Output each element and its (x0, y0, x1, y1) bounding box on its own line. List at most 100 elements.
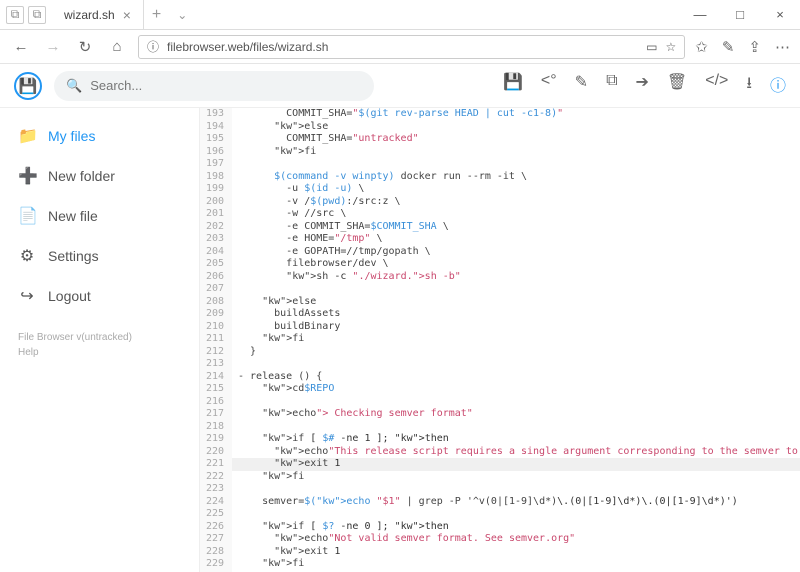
code-line[interactable]: 195 COMMIT_SHA="untracked" (200, 133, 800, 146)
favorites-icon[interactable]: ✩ (695, 38, 708, 56)
move-icon[interactable]: ➔ (636, 72, 649, 99)
forward-button[interactable]: → (42, 38, 64, 55)
sidebar-icon: 📁 (18, 126, 36, 146)
sidebar-icon: 📄 (18, 206, 36, 226)
line-number: 228 (200, 546, 232, 559)
app-logo[interactable]: 💾 (14, 72, 42, 100)
line-content: filebrowser/dev \ (232, 258, 389, 271)
code-line[interactable]: 197 (200, 158, 800, 171)
code-line[interactable]: 206 "kw">sh -c "./wizard.">sh -b" (200, 271, 800, 284)
tab-prev-icon[interactable]: ⧉ (6, 6, 24, 24)
code-line[interactable]: 194 "kw">else (200, 121, 800, 134)
code-icon[interactable]: </> (705, 72, 728, 99)
line-number: 212 (200, 346, 232, 359)
code-line[interactable]: 200 -v /$(pwd):/src:z \ (200, 196, 800, 209)
code-line[interactable]: 198 $(command -v winpty) docker run --rm… (200, 171, 800, 184)
code-line[interactable]: 208 "kw">else (200, 296, 800, 309)
back-button[interactable]: ← (10, 38, 32, 55)
code-line[interactable]: 222 "kw">fi (200, 471, 800, 484)
minimize-button[interactable]: — (680, 0, 720, 29)
tab-title: wizard.sh (64, 8, 115, 22)
code-line[interactable]: 216 (200, 396, 800, 409)
reader-icon[interactable]: ▭ (646, 40, 657, 54)
code-line[interactable]: 221 "kw">exit 1 (200, 458, 800, 471)
tab-chevron-icon[interactable]: ⌄ (169, 0, 195, 29)
line-content: -u $(id -u) \ (232, 183, 364, 196)
line-content: -e COMMIT_SHA=$COMMIT_SHA \ (232, 221, 449, 234)
more-icon[interactable]: ⋯ (775, 38, 790, 56)
code-line[interactable]: 219 "kw">if [ $# -ne 1 ]; "kw">then (200, 433, 800, 446)
download-icon[interactable]: ⭳ (746, 72, 752, 99)
code-line[interactable]: 214- release () { (200, 371, 800, 384)
line-number: 218 (200, 421, 232, 434)
line-content: buildAssets (232, 308, 340, 321)
info-icon[interactable]: ⓘ (770, 72, 786, 99)
line-number: 196 (200, 146, 232, 159)
line-number: 195 (200, 133, 232, 146)
notes-icon[interactable]: ✎ (722, 38, 735, 56)
code-line[interactable]: 215 "kw">cd $REPO (200, 383, 800, 396)
line-content: -v /$(pwd):/src:z \ (232, 196, 401, 209)
code-line[interactable]: 213 (200, 358, 800, 371)
code-line[interactable]: 218 (200, 421, 800, 434)
line-content: -w //src \ (232, 208, 346, 221)
code-line[interactable]: 201 -w //src \ (200, 208, 800, 221)
line-content (232, 396, 238, 409)
refresh-button[interactable]: ↻ (74, 38, 96, 56)
line-content: "kw">echo (232, 408, 316, 421)
code-editor[interactable]: 193 COMMIT_SHA="$(git rev-parse HEAD | c… (200, 108, 800, 572)
code-line[interactable]: 199 -u $(id -u) \ (200, 183, 800, 196)
sidebar-item-logout[interactable]: ↪Logout (0, 276, 199, 316)
maximize-button[interactable]: □ (720, 0, 760, 29)
sidebar-icon: ⚙ (18, 246, 36, 266)
close-window-button[interactable]: × (760, 0, 800, 29)
share-page-icon[interactable]: ⇪ (748, 38, 761, 56)
search-input[interactable]: 🔍 Search... (54, 71, 374, 101)
share-icon[interactable]: <° (541, 72, 557, 99)
edit-icon[interactable]: ✎ (575, 72, 588, 99)
new-tab-button[interactable]: + (144, 0, 169, 29)
code-line[interactable]: 224 semver=$("kw">echo "$1" | grep -P '^… (200, 496, 800, 509)
code-line[interactable]: 205 filebrowser/dev \ (200, 258, 800, 271)
site-info-icon[interactable]: ⓘ (147, 38, 159, 55)
help-link[interactable]: Help (18, 345, 181, 360)
code-line[interactable]: 211 "kw">fi (200, 333, 800, 346)
home-button[interactable]: ⌂ (106, 38, 128, 55)
code-line[interactable]: 217 "kw">echo "> Checking semver format" (200, 408, 800, 421)
browser-tab[interactable]: wizard.sh × (52, 0, 144, 29)
delete-icon[interactable]: 🗑 (667, 72, 687, 99)
line-content: COMMIT_SHA="untracked" (232, 133, 419, 146)
sidebar-item-new-file[interactable]: 📄New file (0, 196, 199, 236)
code-line[interactable]: 202 -e COMMIT_SHA=$COMMIT_SHA \ (200, 221, 800, 234)
code-line[interactable]: 225 (200, 508, 800, 521)
line-number: 227 (200, 533, 232, 546)
code-line[interactable]: 227 "kw">echo "Not valid semver format. … (200, 533, 800, 546)
code-line[interactable]: 207 (200, 283, 800, 296)
code-line[interactable]: 223 (200, 483, 800, 496)
code-line[interactable]: 229 "kw">fi (200, 558, 800, 571)
line-content: -e GOPATH=//tmp/gopath \ (232, 246, 431, 259)
code-line[interactable]: 193 COMMIT_SHA="$(git rev-parse HEAD | c… (200, 108, 800, 121)
favorite-icon[interactable]: ☆ (666, 40, 677, 54)
code-line[interactable]: 226 "kw">if [ $? -ne 0 ]; "kw">then (200, 521, 800, 534)
sidebar-item-new-folder[interactable]: ➕New folder (0, 156, 199, 196)
sidebar-item-my-files[interactable]: 📁My files (0, 116, 199, 156)
close-tab-icon[interactable]: × (123, 7, 131, 23)
sidebar-item-settings[interactable]: ⚙Settings (0, 236, 199, 276)
code-line[interactable]: 210 buildBinary (200, 321, 800, 334)
sidebar-icon: ↪ (18, 286, 36, 306)
url-input[interactable]: ⓘ filebrowser.web/files/wizard.sh ▭ ☆ (138, 35, 685, 59)
line-number: 209 (200, 308, 232, 321)
code-line[interactable]: 196 "kw">fi (200, 146, 800, 159)
code-line[interactable]: 212 } (200, 346, 800, 359)
copy-icon[interactable]: ⧉ (606, 72, 617, 99)
code-line[interactable]: 204 -e GOPATH=//tmp/gopath \ (200, 246, 800, 259)
save-icon[interactable]: 💾 (503, 72, 523, 99)
code-line[interactable]: 228 "kw">exit 1 (200, 546, 800, 559)
code-line[interactable]: 203 -e HOME="/tmp" \ (200, 233, 800, 246)
line-number: 210 (200, 321, 232, 334)
code-line[interactable]: 220 "kw">echo "This release script requi… (200, 446, 800, 459)
code-line[interactable]: 209 buildAssets (200, 308, 800, 321)
tab-list-icon[interactable]: ⧉ (28, 6, 46, 24)
line-number: 226 (200, 521, 232, 534)
